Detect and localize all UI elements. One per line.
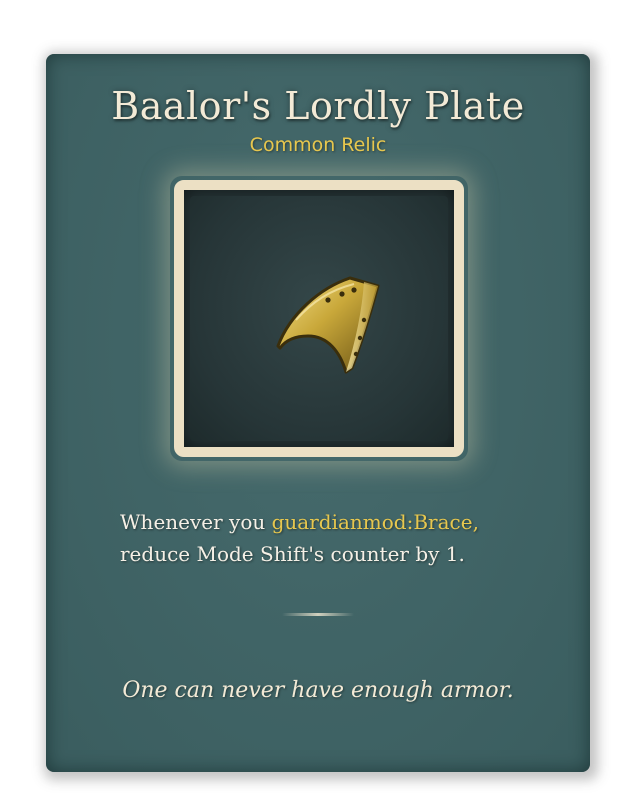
relic-card: Baalor's Lordly Plate Common Relic Whene… xyxy=(46,54,590,772)
frame-border xyxy=(174,180,464,457)
relic-title: Baalor's Lordly Plate xyxy=(111,84,525,128)
description-line-2: reduce Mode Shift's counter by 1. xyxy=(120,542,465,566)
description-line-1: Whenever you guardianmod:Brace, xyxy=(120,506,540,538)
flavor-text: One can never have enough armor. xyxy=(122,678,514,703)
golden-armor-plate-icon xyxy=(276,276,380,374)
relic-tooltip-page: Baalor's Lordly Plate Common Relic Whene… xyxy=(0,0,640,810)
description-text: Whenever you xyxy=(120,510,272,534)
frame-inner xyxy=(190,196,448,441)
section-divider xyxy=(282,613,354,616)
relic-description: Whenever you guardianmod:Brace, reduce M… xyxy=(120,506,540,570)
relic-image-frame xyxy=(170,176,468,461)
relic-rarity: Common Relic xyxy=(249,134,387,156)
brace-keyword: guardianmod:Brace, xyxy=(271,510,479,534)
